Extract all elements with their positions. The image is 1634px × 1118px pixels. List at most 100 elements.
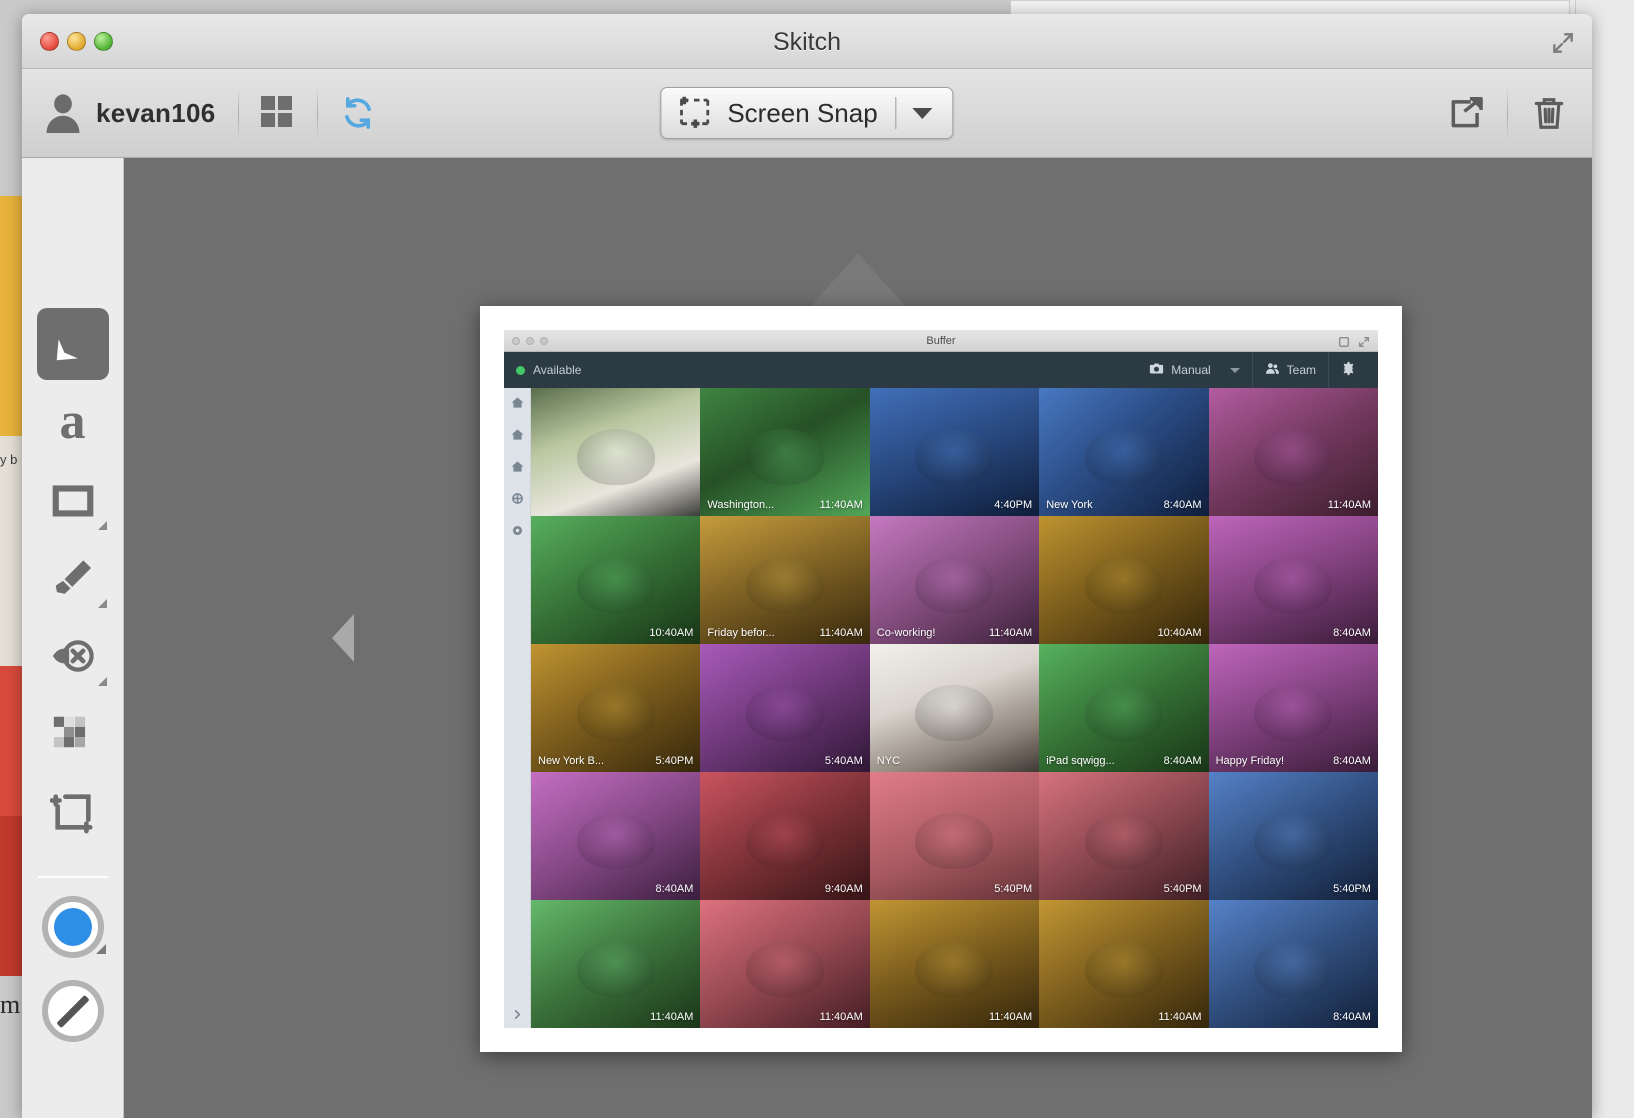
capture-mode-dropdown[interactable]: Manual bbox=[1137, 352, 1251, 388]
photo-color-tint bbox=[531, 772, 701, 900]
photo-cell[interactable]: Washington... 11:40AM bbox=[700, 388, 870, 516]
buffer-close-light[interactable] bbox=[512, 337, 520, 345]
photo-cell[interactable]: 9:40AM bbox=[700, 772, 870, 900]
stroke-width-swatch[interactable] bbox=[41, 980, 104, 1042]
photo-color-tint bbox=[869, 388, 1040, 516]
buffer-sidebar bbox=[504, 388, 531, 1028]
screen-snap-wrap: Screen Snap bbox=[660, 87, 954, 139]
background-left-bleed bbox=[0, 196, 22, 976]
delete-button[interactable] bbox=[1530, 94, 1568, 132]
photo-cell[interactable]: Co-working! 11:40AM bbox=[869, 516, 1040, 644]
arrow-tool[interactable] bbox=[36, 308, 109, 380]
status-label: Available bbox=[533, 363, 582, 377]
grid-view-button[interactable] bbox=[260, 96, 295, 130]
photo-color-tint bbox=[1039, 516, 1209, 644]
photo-cell[interactable]: 11:40AM bbox=[1039, 900, 1209, 1028]
buffer-header-right: Manual Team bbox=[1137, 352, 1368, 388]
share-button[interactable] bbox=[1447, 94, 1485, 132]
settings-button[interactable] bbox=[1328, 352, 1368, 388]
sync-button[interactable] bbox=[340, 95, 376, 131]
text-tool[interactable]: a bbox=[37, 386, 109, 458]
photo-cell[interactable]: 5:40PM bbox=[1039, 772, 1209, 900]
photo-cell[interactable]: 8:40AM bbox=[1208, 516, 1378, 644]
toolbar-separator bbox=[1507, 87, 1508, 139]
artwork-canvas[interactable]: Buffer Available Manual Team Washington.… bbox=[480, 306, 1402, 1052]
photo-cell[interactable]: 10:40AM bbox=[531, 516, 701, 644]
buffer-window-title: Buffer bbox=[926, 335, 956, 347]
disclosure-triangle[interactable] bbox=[97, 599, 107, 608]
buffer-window-icons bbox=[1338, 335, 1370, 353]
disclosure-triangle[interactable] bbox=[97, 521, 107, 530]
titlebar: Skitch bbox=[22, 14, 1592, 69]
photo-cell[interactable]: 11:40AM bbox=[531, 900, 701, 1028]
tool-divider bbox=[37, 876, 108, 878]
sidebar-item-home-2[interactable] bbox=[511, 428, 524, 446]
photo-cell[interactable]: iPad sqwigg... 8:40AM bbox=[1039, 644, 1209, 772]
user-avatar-icon bbox=[44, 92, 82, 134]
sidebar-collapse-toggle[interactable] bbox=[504, 1009, 530, 1020]
tool-sidebar: a bbox=[22, 158, 124, 1118]
screen-snap-label: Screen Snap bbox=[727, 97, 878, 128]
photo-cell[interactable]: 5:40AM bbox=[700, 644, 870, 772]
sidebar-item-refresh[interactable] bbox=[511, 492, 524, 510]
stroke-line-icon bbox=[55, 994, 90, 1028]
photo-cell[interactable]: 5:40PM bbox=[869, 772, 1040, 900]
photo-cell[interactable]: 5:40PM bbox=[1208, 772, 1378, 900]
photo-color-tint bbox=[531, 900, 701, 1028]
photo-cell[interactable]: 11:40AM bbox=[700, 900, 870, 1028]
photo-cell[interactable] bbox=[531, 388, 701, 516]
color-swatch-dot bbox=[53, 908, 92, 946]
photo-color-tint bbox=[1039, 772, 1209, 900]
photo-cell[interactable]: NYC bbox=[869, 644, 1040, 772]
fullscreen-icon[interactable] bbox=[1550, 30, 1576, 56]
expand-icon[interactable] bbox=[1358, 335, 1370, 353]
color-swatch[interactable] bbox=[41, 896, 106, 958]
photo-cell[interactable]: Happy Friday! 8:40AM bbox=[1208, 644, 1378, 772]
photo-cell[interactable]: New York B... 5:40PM bbox=[531, 644, 701, 772]
team-label: Team bbox=[1286, 363, 1316, 377]
photo-color-tint bbox=[869, 644, 1040, 772]
disclosure-triangle[interactable] bbox=[95, 944, 106, 954]
sidebar-item-settings[interactable] bbox=[511, 524, 524, 542]
buffer-traffic-lights bbox=[512, 337, 548, 345]
shape-tool[interactable] bbox=[37, 464, 109, 536]
user-block[interactable]: kevan106 bbox=[44, 92, 216, 134]
stamp-tool[interactable] bbox=[37, 620, 109, 692]
sidebar-item-home-1[interactable] bbox=[511, 396, 524, 414]
chevron-down-icon[interactable] bbox=[1229, 367, 1240, 373]
photo-cell[interactable]: 10:40AM bbox=[1039, 516, 1209, 644]
restore-icon[interactable] bbox=[1338, 335, 1350, 353]
photo-cell[interactable]: 11:40AM bbox=[1208, 388, 1378, 516]
highlighter-tool[interactable] bbox=[37, 542, 109, 614]
photo-color-tint bbox=[531, 516, 701, 644]
sidebar-item-home-3[interactable] bbox=[511, 460, 524, 478]
photo-color-tint bbox=[1039, 900, 1209, 1028]
camera-icon bbox=[1149, 361, 1164, 379]
photo-cell[interactable]: Friday befor... 11:40AM bbox=[700, 516, 870, 644]
previous-image-arrow[interactable] bbox=[332, 614, 354, 662]
crop-tool[interactable] bbox=[37, 776, 109, 848]
buffer-main: Washington... 11:40AM 4:40PM New York 8:40AM… bbox=[504, 388, 1378, 1028]
photo-cell[interactable]: 4:40PM bbox=[869, 388, 1040, 516]
photo-color-tint bbox=[700, 516, 870, 644]
photo-cell[interactable]: New York 8:40AM bbox=[1039, 388, 1209, 516]
people-icon bbox=[1265, 361, 1280, 379]
pixelate-tool[interactable] bbox=[37, 698, 109, 770]
chevron-down-icon[interactable] bbox=[912, 107, 933, 119]
marker-pen-icon bbox=[55, 560, 91, 594]
pixelate-icon bbox=[53, 716, 85, 748]
text-a-icon: a bbox=[59, 393, 86, 450]
photo-cell[interactable]: 8:40AM bbox=[531, 772, 701, 900]
photo-color-tint bbox=[1039, 644, 1209, 772]
team-button[interactable]: Team bbox=[1251, 352, 1328, 388]
crop-selection-icon bbox=[677, 96, 713, 130]
disclosure-triangle[interactable] bbox=[97, 677, 107, 686]
photo-cell[interactable]: 11:40AM bbox=[869, 900, 1040, 1028]
photo-cell[interactable]: 8:40AM bbox=[1208, 900, 1378, 1028]
chevron-right-icon bbox=[514, 1010, 521, 1019]
photo-color-tint bbox=[531, 644, 701, 772]
screen-snap-button[interactable]: Screen Snap bbox=[660, 87, 954, 139]
screen-snap-divider bbox=[895, 97, 897, 129]
buffer-minimize-light[interactable] bbox=[526, 337, 534, 345]
buffer-zoom-light[interactable] bbox=[540, 337, 548, 345]
